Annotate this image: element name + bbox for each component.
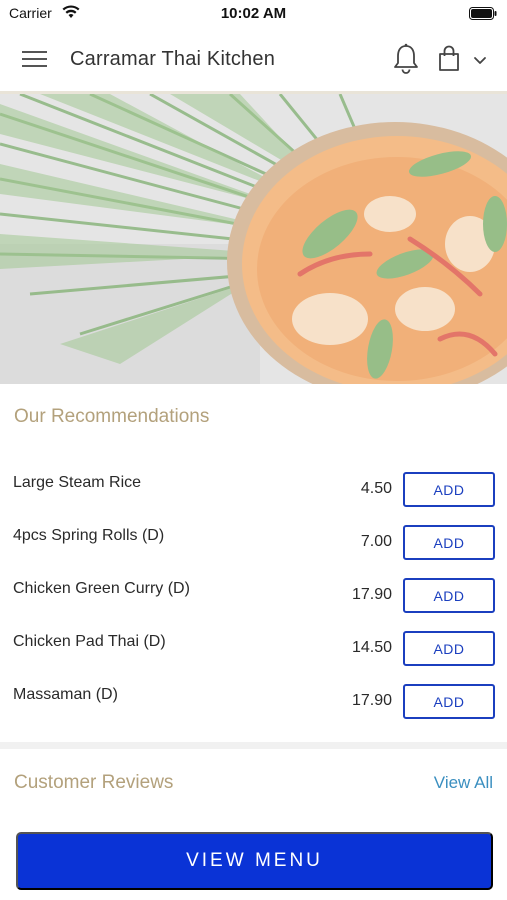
add-button[interactable]: ADD [403, 578, 495, 613]
list-item: Chicken Green Curry (D) 17.90 ADD [0, 576, 507, 629]
item-price: 7.00 [360, 533, 392, 550]
hero-image [0, 94, 507, 384]
item-price: 4.50 [360, 480, 392, 497]
list-item: Large Steam Rice 4.50 ADD [0, 470, 507, 523]
item-price: 17.90 [351, 692, 392, 709]
view-menu-button[interactable]: VIEW MENU [16, 832, 493, 890]
item-price: 17.90 [351, 586, 392, 603]
app-header: Carramar Thai Kitchen [0, 26, 507, 94]
item-name: Massaman (D) [13, 686, 118, 703]
list-item: Chicken Pad Thai (D) 14.50 ADD [0, 629, 507, 682]
add-button[interactable]: ADD [403, 631, 495, 666]
recommendations-title: Our Recommendations [14, 406, 210, 427]
battery-icon [469, 7, 497, 20]
bag-icon[interactable] [437, 45, 461, 73]
list-item: Massaman (D) 17.90 ADD [0, 682, 507, 735]
section-divider [0, 742, 507, 749]
add-button[interactable]: ADD [403, 525, 495, 560]
item-name: 4pcs Spring Rolls (D) [13, 527, 165, 544]
list-item: 4pcs Spring Rolls (D) 7.00 ADD [0, 523, 507, 576]
item-name: Chicken Green Curry (D) [13, 580, 190, 597]
add-button[interactable]: ADD [403, 684, 495, 719]
item-name: Chicken Pad Thai (D) [13, 633, 166, 650]
page-title: Carramar Thai Kitchen [70, 48, 276, 70]
menu-icon[interactable] [22, 48, 48, 70]
curry-bowl-illustration [0, 94, 507, 384]
bell-icon[interactable] [392, 43, 420, 75]
recommendations-list: Large Steam Rice 4.50 ADD 4pcs Spring Ro… [0, 470, 507, 735]
chevron-down-icon[interactable] [472, 53, 488, 67]
reviews-title: Customer Reviews [14, 772, 174, 793]
status-time: 10:02 AM [220, 5, 287, 22]
item-name: Large Steam Rice [13, 474, 142, 491]
add-button[interactable]: ADD [403, 472, 495, 507]
status-bar: Carrier 10:02 AM [0, 0, 507, 26]
view-all-link[interactable]: View All [434, 773, 493, 793]
item-price: 14.50 [351, 639, 392, 656]
